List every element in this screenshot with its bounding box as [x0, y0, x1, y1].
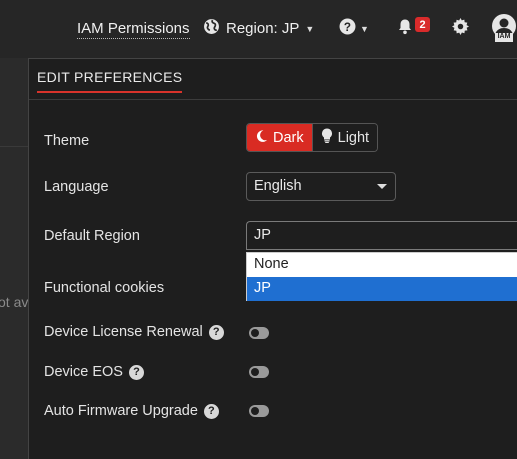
- chevron-down-icon: ▼: [305, 23, 315, 34]
- chevron-down-icon: ▼: [360, 24, 369, 34]
- functional-cookies-label: Functional cookies: [44, 280, 165, 296]
- region-selector[interactable]: Region: JP ▼: [203, 18, 314, 39]
- iam-permissions-link[interactable]: IAM Permissions: [77, 20, 190, 39]
- default-region-label: Default Region: [44, 228, 140, 244]
- device-license-renewal-row: Device License Renewal ?: [44, 324, 224, 340]
- language-label: Language: [44, 179, 109, 195]
- help-icon[interactable]: ?: [203, 403, 219, 419]
- theme-dark-label: Dark: [273, 129, 304, 146]
- default-region-value: JP: [254, 227, 271, 243]
- device-eos-label: Device EOS: [44, 364, 123, 380]
- user-avatar[interactable]: IAM: [491, 14, 517, 42]
- auto-firmware-upgrade-label: Auto Firmware Upgrade: [44, 403, 198, 419]
- settings-button[interactable]: [452, 18, 469, 40]
- help-icon[interactable]: ?: [128, 364, 144, 380]
- region-label: Region: JP: [226, 20, 300, 37]
- edit-preferences-panel: EDIT PREFERENCES Theme Dark Light Langua…: [28, 58, 517, 459]
- svg-text:?: ?: [344, 21, 351, 34]
- gear-icon: [452, 18, 469, 40]
- bell-icon: [397, 18, 413, 40]
- panel-title: EDIT PREFERENCES: [37, 69, 183, 93]
- region-option-jp[interactable]: JP: [247, 277, 517, 301]
- language-value: English: [254, 178, 302, 194]
- default-region-dropdown: None JP: [246, 252, 517, 301]
- app-root: IAM Permissions Region: JP ▼ ? ▼ 2 IAM o…: [0, 0, 517, 459]
- device-license-renewal-toggle[interactable]: [249, 327, 269, 339]
- help-icon: ?: [339, 18, 356, 40]
- device-eos-row: Device EOS ?: [44, 364, 144, 380]
- theme-light-button[interactable]: Light: [311, 124, 378, 151]
- lightbulb-icon: [321, 128, 333, 147]
- avatar-label: IAM: [497, 33, 511, 40]
- notification-badge: 2: [415, 17, 430, 32]
- top-bar: IAM Permissions Region: JP ▼ ? ▼ 2 IAM: [0, 0, 517, 58]
- globe-icon: [203, 18, 220, 39]
- panel-header: EDIT PREFERENCES: [29, 59, 517, 100]
- auto-firmware-upgrade-toggle[interactable]: [249, 405, 269, 417]
- help-icon[interactable]: ?: [208, 324, 224, 340]
- default-region-input[interactable]: JP: [246, 221, 517, 250]
- background-partial-text: ot av: [0, 294, 28, 310]
- moon-icon: [255, 129, 268, 147]
- theme-dark-button[interactable]: Dark: [247, 124, 312, 151]
- notifications-button[interactable]: 2: [397, 17, 430, 40]
- auto-firmware-upgrade-row: Auto Firmware Upgrade ?: [44, 403, 219, 419]
- device-eos-toggle[interactable]: [249, 366, 269, 378]
- theme-label: Theme: [44, 133, 90, 149]
- help-menu-button[interactable]: ? ▼: [339, 18, 369, 40]
- device-license-renewal-label: Device License Renewal: [44, 324, 203, 340]
- theme-light-label: Light: [337, 129, 370, 146]
- chevron-down-icon: [377, 184, 387, 189]
- background-header-strip: [0, 100, 30, 147]
- theme-toggle-group: Dark Light: [246, 123, 379, 152]
- region-option-none[interactable]: None: [247, 253, 517, 277]
- language-select[interactable]: English: [246, 172, 396, 201]
